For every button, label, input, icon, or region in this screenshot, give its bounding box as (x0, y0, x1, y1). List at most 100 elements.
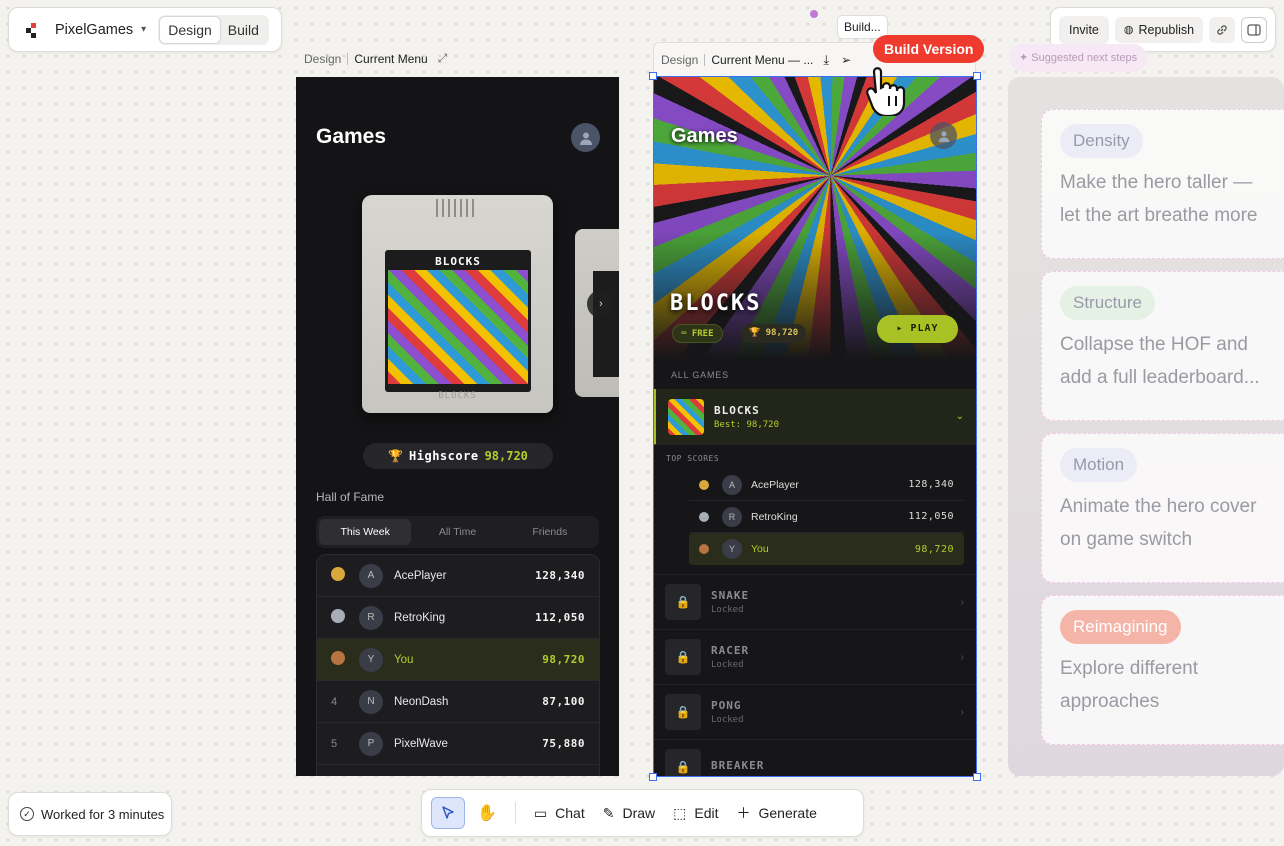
resize-handle[interactable] (649, 72, 657, 80)
globe-icon: ◍ (1123, 24, 1134, 36)
silver-medal-icon (699, 511, 709, 522)
sparkle-icon: ✦ (1019, 52, 1029, 64)
leaderboard-row[interactable]: R RetroKing 112,050 (317, 597, 599, 639)
game-name: BLOCKS (714, 403, 760, 417)
republish-label: Republish (1138, 22, 1195, 37)
download-icon[interactable]: ⤓ (823, 52, 829, 68)
check-circle-icon: ✓ (20, 807, 34, 821)
plus-icon: ＋ (736, 805, 751, 821)
mode-build-button[interactable]: Build (220, 17, 267, 43)
suggestion-tag: Reimagining (1060, 610, 1181, 644)
republish-button[interactable]: ◍ Republish (1114, 16, 1204, 43)
game-cartridge[interactable]: BLOCKS BLOCKS (362, 195, 553, 413)
bronze-medal-icon (331, 651, 345, 665)
game-row-locked[interactable]: 🔒 RACER Locked › (653, 630, 976, 685)
cartridge-label: BLOCKS (385, 250, 531, 392)
cartridge-title: BLOCKS (435, 255, 481, 268)
chat-label: Chat (555, 805, 585, 821)
resize-handle[interactable] (973, 773, 981, 781)
score-row-current-user[interactable]: Y You 98,720 (689, 533, 964, 565)
suggestion-card-structure[interactable]: Structure Collapse the HOF and add a full… (1041, 271, 1284, 421)
trophy-icon: 🏆 (749, 328, 761, 338)
game-row-locked[interactable]: 🔒 PONG Locked › (653, 685, 976, 740)
frame2-title[interactable]: Current Menu — ... (711, 53, 813, 67)
suggestion-card-reimagining[interactable]: Reimagining Explore different approaches (1041, 595, 1284, 745)
top-scores-label: TOP SCORES (666, 454, 720, 463)
tab-all-time[interactable]: All Time (411, 519, 503, 545)
profile-avatar-icon[interactable] (930, 122, 957, 149)
profile-avatar-icon[interactable] (571, 123, 600, 152)
game-row-locked[interactable]: 🔒 BREAKER (653, 740, 976, 776)
suggestion-card-density[interactable]: Density Make the hero taller — let the ar… (1041, 109, 1284, 259)
leaderboard-row[interactable]: 4 N NeonDash 87,100 (317, 681, 599, 723)
link-icon[interactable] (1209, 16, 1236, 43)
player-name: RetroKing (751, 510, 798, 523)
build-version-badge[interactable]: Build Version (873, 35, 985, 63)
chevron-down-icon[interactable]: ▾ (141, 24, 146, 35)
generate-button[interactable]: ＋ Generate (737, 803, 817, 823)
game-row-locked[interactable]: 🔒 SNAKE Locked › (653, 575, 976, 630)
hand-tool-icon[interactable]: ✋ (477, 803, 497, 823)
project-name[interactable]: PixelGames (55, 22, 133, 38)
tab-this-week[interactable]: This Week (319, 519, 412, 545)
next-game-arrow-icon[interactable]: › (587, 290, 615, 318)
hero-score-badge: 🏆 98,720 (741, 324, 807, 343)
game-status: Locked (711, 660, 744, 670)
lock-icon: 🔒 (665, 584, 701, 620)
resize-handle[interactable] (649, 773, 657, 781)
resize-handle[interactable] (973, 72, 981, 80)
game-status: Locked (711, 715, 744, 725)
game-best-score: Best: 98,720 (714, 419, 780, 430)
game-thumbnail (668, 398, 704, 435)
select-tool-icon[interactable] (431, 797, 465, 829)
mode-design-button[interactable]: Design (160, 16, 220, 43)
chat-icon: ▭ (533, 804, 548, 821)
divider (514, 802, 516, 824)
frame1-title[interactable]: Current Menu (354, 52, 427, 66)
chevron-down-icon[interactable]: ⌄ (956, 411, 964, 422)
avatar: Y (359, 647, 383, 672)
avatar: Y (722, 539, 742, 559)
phone-frame-current-menu[interactable]: Games BLOCKS BLOCKS › 🏆 Highscore 98,720… (296, 77, 619, 776)
invite-button[interactable]: Invite (1059, 15, 1109, 44)
play-button[interactable]: ▸ PLAY (877, 315, 958, 343)
player-rank: 4 (331, 695, 338, 708)
suggestion-card-motion[interactable]: Motion Animate the hero cover on game swi… (1041, 433, 1284, 583)
frame1-breadcrumb: Design Current Menu ⤢ (304, 51, 447, 66)
suggestion-tag: Density (1060, 124, 1143, 158)
all-games-label: ALL GAMES (671, 370, 729, 380)
expand-icon[interactable]: ⤢ (438, 51, 448, 66)
player-name: AcePlayer (751, 478, 799, 491)
divider (347, 52, 349, 65)
leaderboard-row[interactable]: A AcePlayer 128,340 (317, 555, 599, 597)
avatar: R (722, 506, 742, 527)
score-row[interactable]: A AcePlayer 128,340 (689, 469, 964, 501)
chevron-right-icon: › (960, 706, 964, 718)
cartridge-artwork (388, 270, 528, 384)
suggestion-text: Collapse the HOF and (1060, 334, 1248, 355)
edit-button[interactable]: ⬚ Edit (673, 805, 718, 822)
send-icon[interactable]: ➢ (841, 53, 851, 67)
chevron-right-icon: › (960, 596, 964, 608)
game-row-selected[interactable]: BLOCKS Best: 98,720 ⌄ (653, 389, 976, 445)
leaderboard-row-current-user[interactable]: Y You 98,720 (317, 639, 599, 681)
leaderboard-row[interactable]: 5 P PixelWave 75,880 (317, 723, 599, 765)
chat-button[interactable]: ▭ Chat (534, 805, 585, 822)
suggestion-text: Animate the hero cover (1060, 496, 1257, 517)
bronze-medal-icon (699, 544, 709, 554)
draw-button[interactable]: ✎ Draw (603, 805, 655, 822)
sidebar-toggle-icon[interactable] (1241, 16, 1267, 43)
gold-medal-icon (331, 567, 345, 581)
app-logo-icon[interactable] (25, 22, 39, 38)
suggestion-text: approaches (1060, 691, 1160, 712)
free-badge: ⌨ FREE (672, 324, 723, 343)
free-label: FREE (691, 329, 714, 339)
score-row[interactable]: R RetroKing 112,050 (689, 501, 964, 533)
avatar: A (722, 474, 742, 495)
divider (704, 53, 706, 66)
avatar: R (359, 605, 383, 630)
tab-friends[interactable]: Friends (504, 519, 596, 545)
phone-frame-build-version[interactable]: Games BLOCKS ⌨ FREE 🏆 98,720 ▸ PLAY ALL … (653, 77, 976, 776)
player-score: 128,340 (535, 569, 585, 582)
edit-select-icon: ⬚ (673, 804, 687, 821)
